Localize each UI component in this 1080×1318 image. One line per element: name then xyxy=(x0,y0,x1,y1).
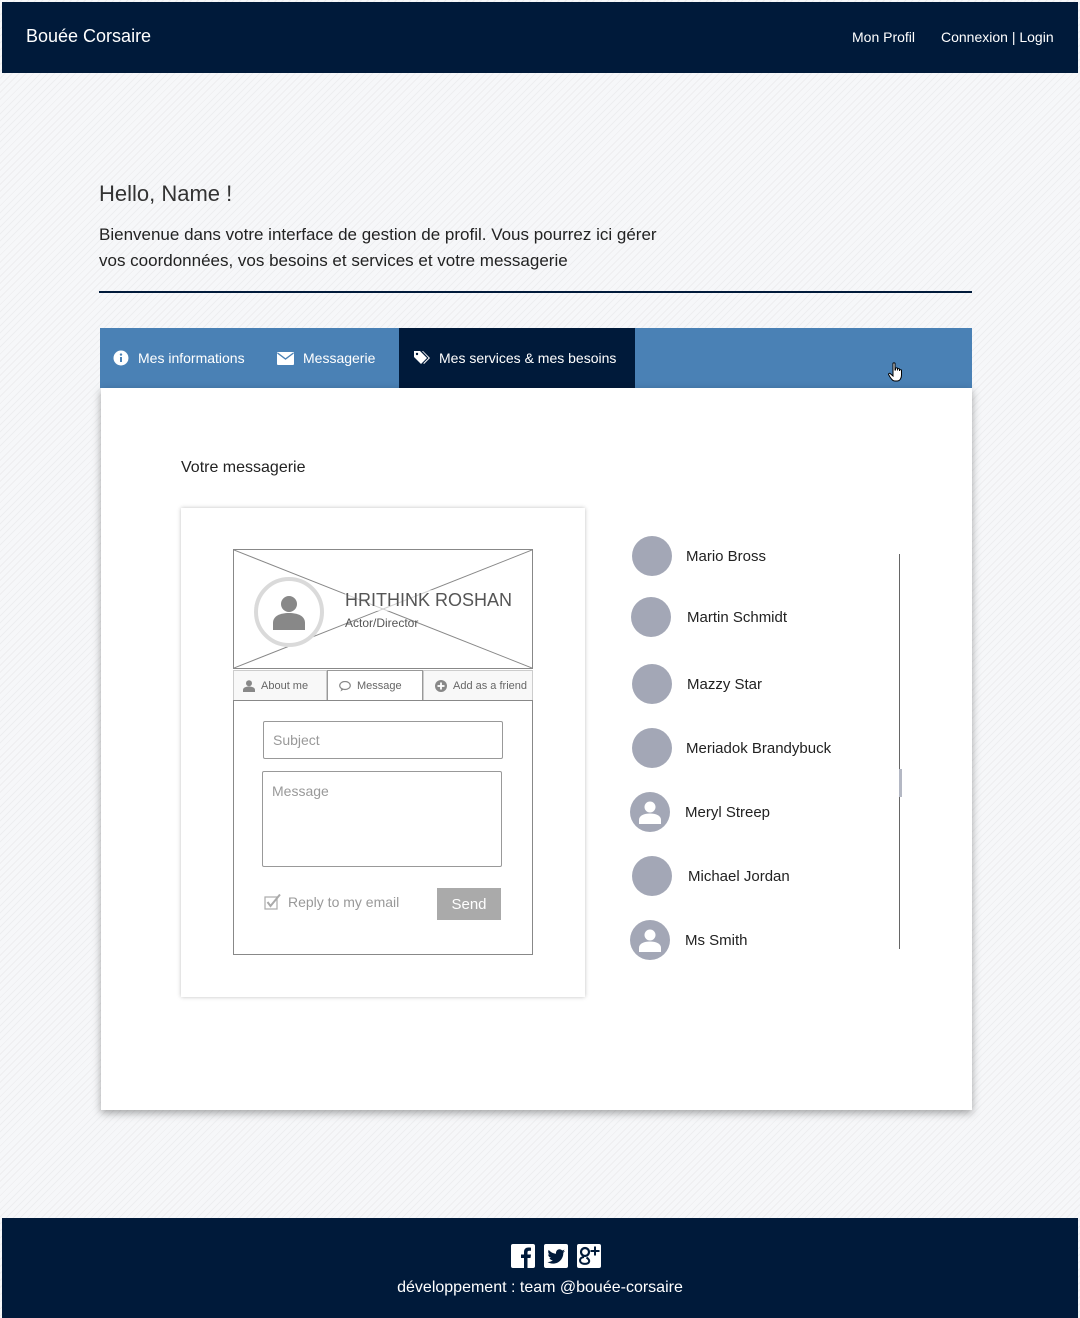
avatar xyxy=(632,856,672,896)
social-links xyxy=(511,1244,601,1268)
subject-input[interactable]: Subject xyxy=(263,721,503,759)
twitter-icon[interactable] xyxy=(544,1244,568,1268)
profile-tabbar: Mes informations Messagerie Mes services… xyxy=(100,328,972,388)
info-icon xyxy=(113,350,129,366)
tab-about-me[interactable]: About me xyxy=(233,670,327,701)
panel-title: Votre messagerie xyxy=(181,459,306,476)
contact-item[interactable]: Mazzy Star xyxy=(632,664,762,704)
profile-card: HRITHINK ROSHAN Actor/Director About me … xyxy=(181,508,585,997)
avatar xyxy=(632,536,672,576)
tab-add-friend[interactable]: Add as a friend xyxy=(423,670,533,701)
message-form: Subject Message Reply to my email Send xyxy=(233,700,533,955)
checkbox-checked-icon xyxy=(264,893,281,910)
contact-name: Mazzy Star xyxy=(687,675,763,693)
profile-role: Actor/Director xyxy=(345,616,419,630)
scrollbar-thumb[interactable] xyxy=(899,769,902,797)
user-icon xyxy=(273,596,305,630)
footer-credits: développement : team @bouée-corsaire xyxy=(397,1279,683,1296)
plus-circle-icon xyxy=(435,680,447,692)
contact-item[interactable]: Martin Schmidt xyxy=(631,597,787,637)
contact-name: Martin Schmidt xyxy=(687,608,788,626)
profile-avatar xyxy=(254,577,324,647)
contact-name: Michael Jordan xyxy=(688,867,790,885)
tab-label: Messagerie xyxy=(303,350,376,366)
intro-line-2: vos coordonnées, vos besoins et services… xyxy=(99,251,568,270)
contact-list: Mario Bross Martin Schmidt Mazzy Star Me… xyxy=(629,534,901,964)
tab-messagerie[interactable]: Messagerie xyxy=(277,328,375,388)
footer: développement : team @bouée-corsaire xyxy=(2,1218,1078,1318)
contact-item[interactable]: Meriadok Brandybuck xyxy=(632,728,831,768)
avatar xyxy=(632,664,672,704)
contact-name: Meriadok Brandybuck xyxy=(686,739,832,757)
contact-item[interactable]: Mario Bross xyxy=(632,536,766,576)
user-icon xyxy=(243,680,255,692)
contact-name: Meryl Streep xyxy=(685,803,771,821)
facebook-icon[interactable] xyxy=(511,1244,535,1268)
google-plus-icon[interactable] xyxy=(577,1244,601,1268)
profile-cover-image: HRITHINK ROSHAN Actor/Director xyxy=(233,549,533,669)
hand-cursor-icon xyxy=(888,362,902,382)
tab-mes-informations[interactable]: Mes informations xyxy=(113,328,245,388)
user-icon xyxy=(639,801,661,824)
tab-label: Mes informations xyxy=(138,350,245,366)
message-textarea[interactable]: Message xyxy=(262,771,502,867)
contact-scrollbar[interactable] xyxy=(899,554,900,949)
intro-text: Bienvenue dans votre interface de gestio… xyxy=(99,222,719,274)
profile-name: HRITHINK ROSHAN xyxy=(345,590,513,611)
tags-icon xyxy=(414,351,430,364)
avatar xyxy=(630,920,670,960)
user-icon xyxy=(639,929,661,952)
messaging-panel: Votre messagerie HRITHINK ROSHAN Actor/D… xyxy=(101,388,972,1110)
contact-item[interactable]: Ms Smith xyxy=(630,920,748,960)
reply-checkbox[interactable]: Reply to my email xyxy=(264,893,399,911)
avatar xyxy=(630,792,670,832)
avatar xyxy=(632,728,672,768)
intro-line-1: Bienvenue dans votre interface de gestio… xyxy=(99,225,657,244)
tab-message[interactable]: Message xyxy=(327,670,423,701)
contact-name: Mario Bross xyxy=(686,547,767,565)
page-title: Hello, Name ! xyxy=(99,181,233,206)
tab-label: Add as a friend xyxy=(453,680,527,692)
tab-label: Mes services & mes besoins xyxy=(439,350,617,366)
envelope-icon xyxy=(277,351,294,365)
send-button[interactable]: Send xyxy=(437,888,501,920)
reply-label: Reply to my email xyxy=(288,894,400,910)
tab-label: About me xyxy=(261,680,309,692)
contact-item[interactable]: Meryl Streep xyxy=(630,792,770,832)
chat-icon xyxy=(339,680,351,691)
tab-label: Message xyxy=(357,680,402,692)
nav-link-login[interactable]: Connexion | Login xyxy=(941,29,1054,45)
avatar xyxy=(631,597,671,637)
brand-logo[interactable]: Bouée Corsaire xyxy=(26,26,151,47)
top-navbar: Bouée Corsaire Mon Profil Connexion | Lo… xyxy=(2,2,1078,73)
nav-link-mon-profil[interactable]: Mon Profil xyxy=(852,29,915,45)
contact-name: Ms Smith xyxy=(685,931,748,949)
tab-mes-services[interactable]: Mes services & mes besoins xyxy=(399,328,902,388)
header-divider xyxy=(99,291,972,293)
profile-card-tabs: About me Message Add as a friend xyxy=(233,670,533,701)
contact-item[interactable]: Michael Jordan xyxy=(632,856,790,896)
